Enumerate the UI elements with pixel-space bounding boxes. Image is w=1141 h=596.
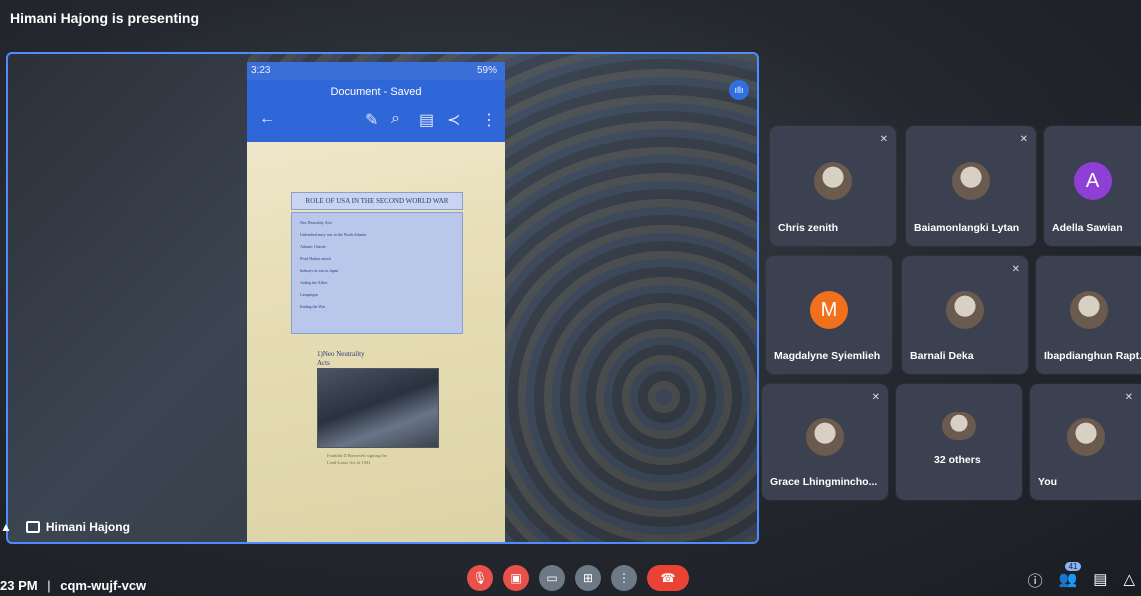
- slide-bullet: Unleashed navy war in the North Atlantic: [300, 232, 367, 237]
- slide-bullet: Campaigns: [300, 292, 318, 297]
- participant-name: Magdalyne Syiemlieh: [774, 350, 881, 362]
- section-heading: 1)Neo Neutrality Acts: [317, 350, 365, 368]
- meeting-info: 23 PM | cqm-wujf-vcw: [0, 578, 146, 593]
- participant-tile[interactable]: A Adella Sawian: [1044, 126, 1141, 246]
- call-controls: 🎙 ▣ ▭ ⊞ ⋮ ☎: [467, 565, 689, 591]
- participant-name: Grace Lhingmincho...: [770, 476, 878, 488]
- participant-name: Baiamonlangki Lytan: [914, 222, 1020, 234]
- avatar-letter: A: [1085, 169, 1100, 192]
- presenting-banner: Himani Hajong is presenting: [10, 10, 200, 26]
- participant-tile[interactable]: ✕ You: [1030, 384, 1141, 500]
- avatar: [952, 162, 990, 201]
- meeting-time: 23 PM: [0, 578, 38, 593]
- participant-tile[interactable]: Ibapdianghun Rapt...: [1036, 256, 1141, 374]
- mic-off-icon: 🎙: [472, 571, 488, 585]
- pin-icon: ▲: [0, 520, 12, 534]
- participant-tile[interactable]: ✕ Barnali Deka: [902, 256, 1028, 374]
- activities-icon[interactable]: △: [1123, 570, 1135, 591]
- photo-caption: Franklin D Roosevelt signing the Lend-Le…: [327, 452, 387, 466]
- doc-title: Document - Saved: [330, 86, 422, 98]
- participant-tile[interactable]: ✕ Chris zenith: [770, 126, 896, 246]
- participant-name: Chris zenith: [778, 222, 839, 234]
- slide-bullet: Pearl Harbor attack: [300, 256, 332, 261]
- meeting-code: cqm-wujf-vcw: [60, 578, 147, 593]
- participant-name: 32 others: [934, 454, 981, 466]
- mic-off-icon: ✕: [879, 134, 888, 145]
- phone-time: 3:23: [251, 65, 271, 76]
- shared-phone-screen: 3:23 59% Document - Saved ← ✎ ⌕ ▤ ≺ ⋮ RO…: [247, 62, 505, 542]
- side-panel-icons: ⓘ 👥 41 ▤ △: [1028, 562, 1135, 591]
- slide-bullet: Atlantic Charter: [300, 244, 326, 249]
- search-icon[interactable]: ⌕: [391, 110, 400, 128]
- avatar: A: [1073, 162, 1112, 201]
- camera-off-icon: ▣: [510, 571, 522, 585]
- more-options-button[interactable]: ⋮: [611, 565, 637, 591]
- participant-name: Barnali Deka: [910, 350, 974, 362]
- chat-icon[interactable]: ▤: [1093, 570, 1107, 591]
- group-avatars: [942, 411, 976, 440]
- mic-off-icon: ✕: [1124, 392, 1133, 403]
- share-icon[interactable]: ≺: [447, 110, 460, 130]
- section-heading-line: 1)Neo Neutrality: [317, 350, 365, 358]
- back-arrow-icon[interactable]: ←: [259, 110, 275, 128]
- avatar: [814, 162, 852, 201]
- participant-name: Ibapdianghun Rapt...: [1044, 350, 1141, 362]
- mic-off-icon: ✕: [871, 392, 880, 403]
- avatar: [946, 291, 984, 330]
- phone-battery: 59%: [476, 65, 497, 76]
- more-vert-icon[interactable]: ⋮: [481, 110, 497, 130]
- participant-tile[interactable]: 32 others: [896, 384, 1022, 500]
- captions-button[interactable]: ▭: [539, 565, 565, 591]
- participant-tile[interactable]: M Magdalyne Syiemlieh: [766, 256, 892, 374]
- mic-off-icon: ✕: [1019, 134, 1028, 145]
- present-icon: ⊞: [582, 571, 594, 585]
- phone-status-bar: 3:23 59%: [247, 62, 505, 80]
- slide-title: ROLE OF USA IN THE SECOND WORLD WAR: [291, 192, 463, 210]
- captions-icon: ▭: [546, 571, 558, 585]
- present-screen-icon: [25, 521, 40, 533]
- edit-pencil-icon[interactable]: ✎: [365, 110, 378, 130]
- section-heading-line: Acts: [317, 359, 330, 367]
- slide-bullet: Neo Neutrality Acts: [300, 220, 332, 225]
- document-icon[interactable]: ▤: [419, 110, 434, 130]
- participant-name: Adella Sawian: [1052, 222, 1123, 234]
- participant-tile[interactable]: ✕ Grace Lhingmincho...: [762, 384, 888, 500]
- hang-up-icon: ☎: [660, 571, 676, 585]
- avatar: M: [810, 291, 848, 330]
- people-icon[interactable]: 👥 41: [1059, 562, 1082, 591]
- slide-bullet-list: Neo Neutrality Acts Unleashed navy war i…: [291, 212, 463, 334]
- shared-screen: 3:23 59% Document - Saved ← ✎ ⌕ ▤ ≺ ⋮ RO…: [6, 52, 759, 544]
- separator: |: [47, 578, 51, 593]
- camera-off-button[interactable]: ▣: [503, 565, 529, 591]
- doc-app-bar: Document - Saved ← ✎ ⌕ ▤ ≺ ⋮: [247, 80, 505, 142]
- caption-line: Lend-Lease Act of 1941: [327, 460, 371, 465]
- mic-off-icon: ✕: [1011, 264, 1020, 275]
- audio-level-icon: ıllı: [729, 80, 749, 100]
- participant-tile[interactable]: ✕ Baiamonlangki Lytan: [906, 126, 1036, 246]
- slide-bullet: Ending the War: [300, 304, 325, 309]
- participant-count-badge: 41: [1064, 562, 1082, 571]
- mic-off-button[interactable]: 🎙: [467, 565, 493, 591]
- presenter-name: Himani Hajong: [45, 520, 130, 534]
- more-vert-icon: ⋮: [618, 571, 630, 585]
- slide-bullet: Industry at war in Japan: [300, 268, 339, 273]
- info-icon[interactable]: ⓘ: [1028, 570, 1043, 591]
- present-button[interactable]: ⊞: [575, 565, 601, 591]
- avatar: [806, 418, 844, 457]
- leave-call-button[interactable]: ☎: [647, 565, 689, 591]
- presenter-label: ▲ Himani Hajong: [0, 520, 130, 534]
- participant-name: You: [1038, 476, 1058, 488]
- roosevelt-photo: [317, 368, 439, 448]
- avatar: [1069, 291, 1108, 330]
- caption-line: Franklin D Roosevelt signing the: [327, 453, 387, 458]
- avatar-letter: M: [820, 298, 838, 321]
- slide-bullet: Aiding the Allies: [300, 280, 328, 285]
- avatar: [1066, 418, 1105, 457]
